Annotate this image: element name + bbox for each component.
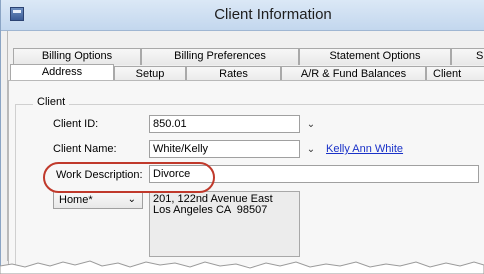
tab-billing-preferences[interactable]: Billing Preferences [141, 48, 299, 65]
address-type-chevron-icon: ⌄ [127, 194, 136, 205]
client-id-field[interactable]: 850.01 [149, 115, 300, 133]
address-text-area[interactable]: 201, 122nd Avenue East Los Angeles CA 98… [149, 191, 300, 257]
work-description-highlight [43, 162, 215, 193]
client-name-dropdown-chevron-icon[interactable]: ⌄ [306, 145, 316, 155]
address-type-select[interactable]: Home* ⌄ [53, 191, 143, 209]
tab-statement-options[interactable]: Statement Options [299, 48, 451, 65]
client-id-dropdown-chevron-icon[interactable]: ⌄ [306, 120, 316, 130]
tab-partial-s[interactable]: S [451, 48, 484, 65]
client-information-window: Client Information Billing Options Billi… [0, 0, 484, 266]
title-bar: Client Information [1, 0, 484, 31]
address-type-value: Home* [59, 194, 93, 206]
app-window-icon[interactable] [10, 7, 24, 21]
window-title: Client Information [214, 6, 332, 23]
client-id-label: Client ID: [53, 118, 99, 130]
tab-billing-options[interactable]: Billing Options [13, 48, 141, 65]
address-line-2: Los Angeles CA 98507 [153, 204, 268, 216]
client-name-label: Client Name: [53, 143, 117, 155]
client-group-legend: Client [33, 96, 70, 108]
client-name-field[interactable]: White/Kelly [149, 140, 300, 158]
torn-edge-decoration [0, 260, 484, 274]
client-contact-link[interactable]: Kelly Ann White [326, 143, 403, 155]
